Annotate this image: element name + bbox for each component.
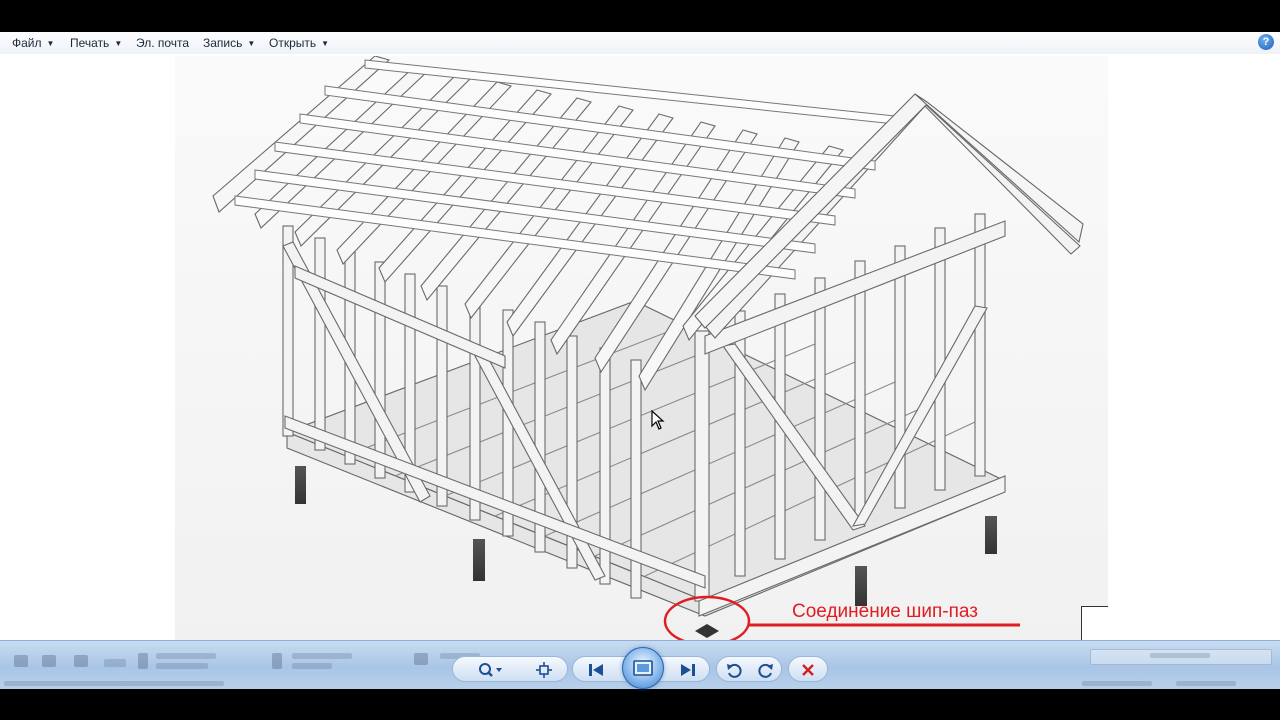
displayed-image: Соединение шип-паз [175, 56, 1108, 641]
status-text [1150, 653, 1210, 658]
image-caption: Соединение шип-паз [792, 601, 978, 622]
menu-print-label: Печать [70, 36, 110, 50]
photo-viewer-window: Файл ▼ Печать ▼ Эл. почта Запись ▼ Открыть ▼… [0, 32, 1280, 689]
chevron-down-icon: ▼ [46, 39, 55, 48]
rotate-left-button[interactable] [719, 657, 749, 683]
menu-file[interactable]: Файл ▼ [10, 35, 56, 51]
delete-icon [802, 664, 814, 676]
status-icon [272, 653, 282, 669]
status-text [156, 663, 208, 669]
status-text [4, 681, 224, 686]
status-icon [74, 655, 88, 667]
status-text [156, 653, 216, 659]
next-button[interactable] [673, 657, 703, 683]
rotate-cw-icon [758, 663, 773, 678]
zoom-group [452, 656, 568, 682]
next-icon [681, 664, 695, 676]
status-text [1176, 681, 1236, 686]
roof-battens [234, 59, 896, 280]
menu-bar: Файл ▼ Печать ▼ Эл. почта Запись ▼ Открыть ▼… [0, 32, 1280, 55]
magnifier-icon [479, 663, 502, 677]
slideshow-button[interactable] [622, 647, 664, 689]
watermark-box [1081, 606, 1108, 641]
menu-email[interactable]: Эл. почта [134, 35, 191, 51]
delete-button[interactable] [793, 657, 823, 683]
actual-size-button[interactable] [529, 657, 559, 683]
menu-file-label: Файл [12, 36, 42, 50]
status-icon [414, 653, 428, 665]
chevron-down-icon: ▼ [114, 39, 123, 48]
bottom-toolbar [0, 640, 1280, 689]
rotate-ccw-icon [727, 663, 742, 678]
previous-button[interactable] [581, 657, 611, 683]
slideshow-icon [633, 660, 653, 676]
status-text [292, 663, 332, 669]
rotate-group [716, 656, 782, 682]
status-icon [14, 655, 28, 667]
menu-email-label: Эл. почта [136, 36, 190, 50]
zoom-button[interactable] [471, 657, 511, 683]
menu-burn-label: Запись [203, 36, 243, 50]
previous-icon [589, 664, 603, 676]
chevron-down-icon: ▼ [321, 39, 330, 48]
status-icon [42, 655, 56, 667]
image-viewer: Соединение шип-паз [0, 54, 1280, 641]
help-icon[interactable]: ? [1258, 34, 1274, 50]
status-text [292, 653, 352, 659]
rotate-right-button[interactable] [751, 657, 781, 683]
menu-open[interactable]: Открыть ▼ [267, 35, 331, 51]
menu-burn[interactable]: Запись ▼ [201, 35, 257, 51]
delete-group [788, 656, 828, 682]
status-text [1082, 681, 1152, 686]
chevron-down-icon: ▼ [247, 39, 256, 48]
status-icon [138, 653, 148, 669]
frame-house-drawing [212, 56, 1084, 641]
menu-open-label: Открыть [269, 36, 317, 50]
menu-print[interactable]: Печать ▼ [68, 35, 124, 51]
fit-icon [536, 662, 552, 678]
status-text [104, 659, 126, 667]
